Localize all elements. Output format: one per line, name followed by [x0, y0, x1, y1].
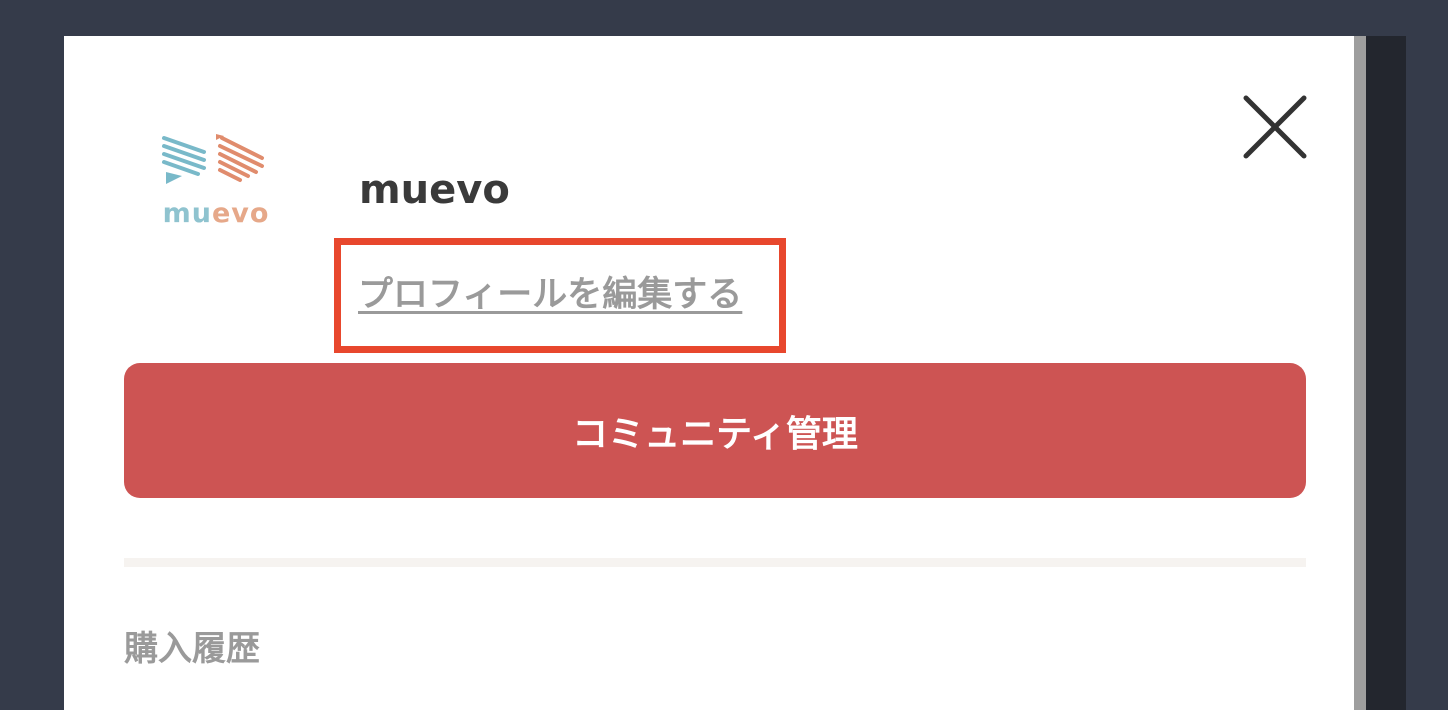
logo-mark: [162, 134, 264, 184]
close-icon: [1243, 95, 1307, 159]
menu-item-purchase-history[interactable]: 購入履歴: [124, 624, 260, 674]
logo-wordmark: muevo: [158, 198, 274, 229]
profile-username: muevo: [359, 167, 510, 213]
scrollbar[interactable]: [1354, 36, 1366, 710]
close-button[interactable]: [1240, 92, 1310, 162]
community-management-button[interactable]: コミュニティ管理: [124, 363, 1306, 498]
side-menu-panel: muevo muevo プロフィールを編集する コミュニティ管理 購入履歴: [64, 36, 1354, 710]
background-strip: [1366, 36, 1406, 710]
logo-wordmark-part2: evo: [211, 198, 270, 229]
page-background: muevo muevo プロフィールを編集する コミュニティ管理 購入履歴: [0, 0, 1448, 710]
muevo-logo-icon: muevo: [158, 132, 274, 242]
edit-profile-link[interactable]: プロフィールを編集する: [358, 270, 742, 320]
community-management-label: コミュニティ管理: [572, 413, 858, 455]
logo-wordmark-part1: mu: [162, 198, 212, 229]
section-divider: [124, 558, 1306, 567]
